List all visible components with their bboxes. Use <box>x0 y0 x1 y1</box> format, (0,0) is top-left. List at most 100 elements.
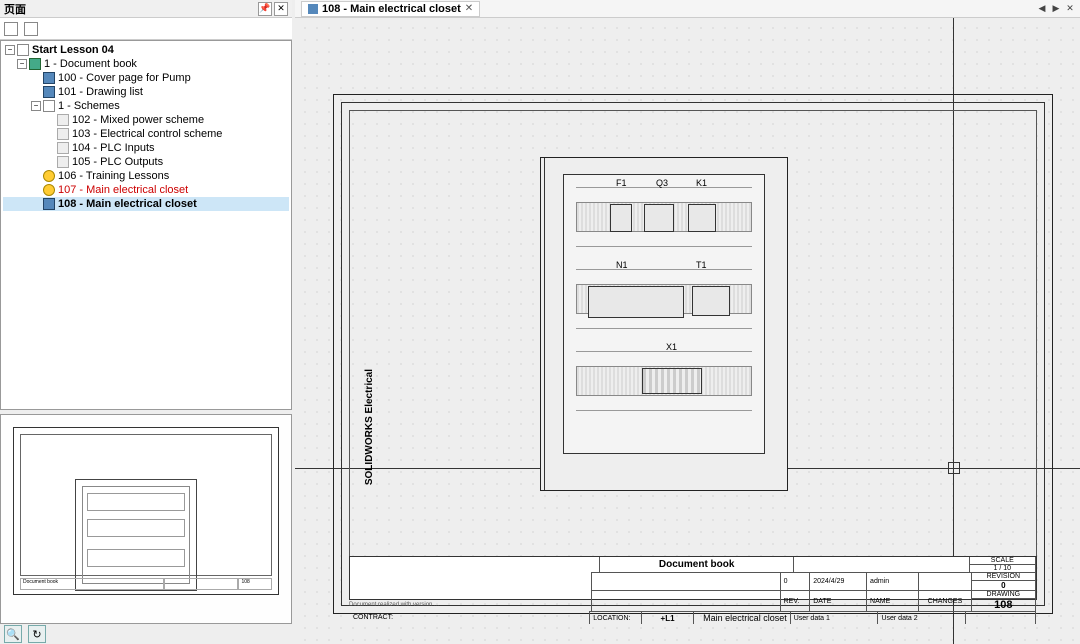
toolbar-icon-1[interactable] <box>4 22 18 36</box>
tree-root-label: Start Lesson 04 <box>32 44 114 56</box>
footer-note: Document realized with version ... <box>349 602 439 608</box>
device-f1[interactable] <box>610 204 632 232</box>
tree-item-100[interactable]: 100 - Cover page for Pump <box>3 71 289 85</box>
preview-title-block: Document book 108 <box>20 578 272 590</box>
tab-label: 108 - Main electrical closet <box>322 3 461 15</box>
project-tree[interactable]: − Start Lesson 04 − 1 - Document book 10… <box>0 40 292 410</box>
tree-label: 104 - PLC Inputs <box>72 142 155 154</box>
tree-item-103[interactable]: 103 - Electrical control scheme <box>3 127 289 141</box>
panel-toolbar <box>0 18 292 40</box>
tree-root[interactable]: − Start Lesson 04 <box>3 43 289 57</box>
book-icon <box>29 58 41 70</box>
scheme-icon <box>57 128 69 140</box>
scheme-icon <box>57 114 69 126</box>
preview-tb-left: Document book <box>20 578 164 590</box>
page-icon <box>43 72 55 84</box>
tree-item-107[interactable]: 107 - Main electrical closet <box>3 183 289 197</box>
tb-name-val: admin <box>867 572 919 590</box>
toolbar-icon-2[interactable] <box>24 22 38 36</box>
panel-header: 页面 📌 ✕ <box>0 0 292 18</box>
label-q3: Q3 <box>656 178 668 188</box>
drawing-frame: SOLIDWORKS Electrical F1 Q3 K1 <box>349 110 1037 558</box>
tab-close-icon[interactable]: ✕ <box>465 3 473 14</box>
tb-revision-val: 0 <box>972 581 1035 590</box>
preview-pane[interactable]: Document book 108 <box>0 414 292 624</box>
close-icon[interactable]: ✕ <box>274 2 288 16</box>
expand-icon[interactable]: − <box>5 45 15 55</box>
doc-icon <box>308 4 318 14</box>
tree-doc-book[interactable]: − 1 - Document book <box>3 57 289 71</box>
side-text: SOLIDWORKS Electrical <box>364 369 375 485</box>
rail-mid: N1 T1 <box>576 269 752 329</box>
tree-label: 102 - Mixed power scheme <box>72 114 204 126</box>
tb-scale-lbl: SCALE <box>970 557 1035 565</box>
tree-label: 106 - Training Lessons <box>58 170 169 182</box>
expand-icon[interactable]: − <box>31 101 41 111</box>
tab-refresh[interactable]: ↻ <box>28 625 46 643</box>
tree-item-108[interactable]: 108 - Main electrical closet <box>3 197 289 211</box>
tree-item-102[interactable]: 102 - Mixed power scheme <box>3 113 289 127</box>
tree-label: 1 - Schemes <box>58 100 120 112</box>
tree-item-106[interactable]: 106 - Training Lessons <box>3 169 289 183</box>
label-k1: K1 <box>696 178 707 188</box>
nav-prev-icon[interactable]: ◀ <box>1036 3 1048 15</box>
tb-ud1: User data 1 <box>791 611 879 624</box>
device-n1[interactable] <box>588 286 684 318</box>
tree-item-104[interactable]: 104 - PLC Inputs <box>3 141 289 155</box>
nav-next-icon[interactable]: ▶ <box>1050 3 1062 15</box>
tree-label: 103 - Electrical control scheme <box>72 128 222 140</box>
label-f1: F1 <box>616 178 627 188</box>
tb-contract: CONTRACT: <box>350 611 590 624</box>
tab-108[interactable]: 108 - Main electrical closet ✕ <box>301 1 480 17</box>
scheme-icon <box>57 156 69 168</box>
tb-name-lbl: NAME <box>867 590 919 611</box>
tb-date-val: 2024/4/29 <box>810 572 867 590</box>
tree-label: 108 - Main electrical closet <box>58 198 197 210</box>
mounting-plate: F1 Q3 K1 N1 T1 <box>563 174 765 454</box>
gear-icon <box>43 170 55 182</box>
preview-cabinet <box>75 479 197 591</box>
drawing-sheet: SOLIDWORKS Electrical F1 Q3 K1 <box>333 94 1053 614</box>
rail-bot: X1 <box>576 351 752 411</box>
tb-location-lbl: LOCATION: <box>590 611 642 624</box>
tab-search[interactable]: 🔍 <box>4 625 22 643</box>
page-icon <box>43 86 55 98</box>
tree-item-105[interactable]: 105 - PLC Outputs <box>3 155 289 169</box>
preview-border <box>20 434 272 576</box>
panel-title: 页面 <box>4 1 258 17</box>
label-n1: N1 <box>616 260 628 270</box>
device-q3[interactable] <box>644 204 674 232</box>
device-t1[interactable] <box>692 286 730 316</box>
preview-tb-mid <box>164 578 239 590</box>
tb-rev-lbl: REV. <box>781 590 811 611</box>
tree-label: 100 - Cover page for Pump <box>58 72 191 84</box>
page-icon <box>43 198 55 210</box>
bottom-tabs: 🔍 ↻ <box>0 624 292 644</box>
rail-top: F1 Q3 K1 <box>576 187 752 247</box>
nav-close-icon[interactable]: ✕ <box>1064 3 1076 15</box>
tb-scale-val: 1 / 10 <box>970 565 1035 572</box>
scheme-icon <box>57 142 69 154</box>
tb-location-val: +L1 <box>642 611 694 624</box>
device-x1[interactable] <box>642 368 702 394</box>
expand-icon[interactable]: − <box>17 59 27 69</box>
tree-label: 107 - Main electrical closet <box>58 184 188 196</box>
tb-ud2: User data 2 <box>878 611 966 624</box>
device-k1[interactable] <box>688 204 716 232</box>
pin-icon[interactable]: 📌 <box>258 2 272 16</box>
tree-item-101[interactable]: 101 - Drawing list <box>3 85 289 99</box>
main-area: 108 - Main electrical closet ✕ ◀ ▶ ✕ SOL… <box>295 0 1080 644</box>
tb-changes-lbl: CHANGES <box>919 590 971 611</box>
tb-desc: Main electrical closet <box>694 611 791 624</box>
cabinet[interactable]: F1 Q3 K1 N1 T1 <box>540 157 788 491</box>
project-icon <box>17 44 29 56</box>
drawing-canvas[interactable]: SOLIDWORKS Electrical F1 Q3 K1 <box>295 18 1080 644</box>
left-panel: 页面 📌 ✕ − Start Lesson 04 − 1 - Document … <box>0 0 292 644</box>
tree-schemes-folder[interactable]: − 1 - Schemes <box>3 99 289 113</box>
label-x1: X1 <box>666 342 677 352</box>
tree-label: 1 - Document book <box>44 58 137 70</box>
gear-icon <box>43 184 55 196</box>
tb-revision-lbl: REVISION <box>972 573 1035 581</box>
tb-rev-val: 0 <box>781 572 811 590</box>
tb-doc-book: Document book <box>600 557 794 572</box>
